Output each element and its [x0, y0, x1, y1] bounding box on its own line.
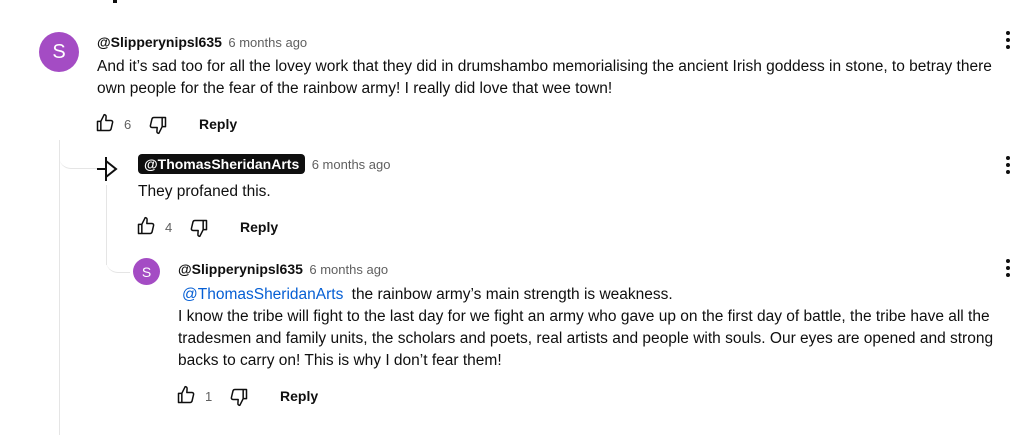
avatar-letter: S — [52, 40, 66, 63]
like-count: 4 — [165, 220, 173, 235]
thumb-up-icon — [137, 216, 155, 235]
dislike-button[interactable] — [229, 387, 251, 409]
thumb-up-icon — [177, 385, 195, 404]
owner-author-badge[interactable]: @ThomasSheridanArts — [138, 154, 306, 174]
like-button[interactable] — [176, 385, 198, 407]
more-vert-icon[interactable] — [1006, 259, 1010, 279]
comment-timestamp[interactable]: 6 months ago — [309, 262, 388, 277]
more-vert-icon[interactable] — [1006, 31, 1010, 51]
thread-curve-1 — [59, 140, 99, 169]
thumb-up-icon — [96, 113, 114, 132]
thumb-down-icon — [190, 219, 208, 238]
more-vert-icon[interactable] — [1006, 156, 1010, 176]
avatar-letter: S — [141, 263, 152, 280]
avatar[interactable]: S — [133, 258, 160, 285]
owner-sigil-icon[interactable] — [96, 155, 118, 183]
cut-off-fragment — [113, 0, 117, 3]
reply-button[interactable]: Reply — [199, 116, 237, 132]
dislike-button[interactable] — [189, 218, 211, 240]
comment-header: @Slipperynipsl635 6 months ago — [178, 261, 388, 279]
comment-timestamp[interactable]: 6 months ago — [312, 157, 391, 172]
dislike-button[interactable] — [148, 115, 170, 137]
comment-header: @Slipperynipsl635 6 months ago — [97, 34, 307, 52]
comment-text: They profaned this. — [138, 183, 271, 200]
thumb-down-icon — [149, 116, 167, 135]
mention-link[interactable]: @ThomasSheridanArts — [178, 286, 347, 303]
avatar[interactable]: S — [39, 32, 79, 72]
comment-header: @ThomasSheridanArts 6 months ago — [138, 154, 391, 174]
reply-button[interactable]: Reply — [240, 219, 278, 235]
comment-text-first-line: the rainbow army’s main strength is weak… — [347, 286, 673, 303]
like-button[interactable] — [95, 113, 117, 135]
thread-curve-2 — [106, 240, 130, 273]
like-count: 6 — [124, 117, 132, 132]
like-button[interactable] — [136, 216, 158, 238]
like-count: 1 — [205, 389, 213, 404]
thumb-down-icon — [230, 388, 248, 407]
thread-line — [59, 140, 60, 435]
comment-text: @ThomasSheridanArts the rainbow army’s m… — [178, 284, 1008, 372]
comment-author[interactable]: @Slipperynipsl635 — [97, 34, 222, 50]
comment-timestamp[interactable]: 6 months ago — [228, 35, 307, 50]
comment-text: And it’s sad too for all the lovey work … — [97, 58, 992, 97]
reply-button[interactable]: Reply — [280, 388, 318, 404]
comment-text-body: I know the tribe will fight to the last … — [178, 308, 994, 369]
comment-author[interactable]: @Slipperynipsl635 — [178, 261, 303, 277]
